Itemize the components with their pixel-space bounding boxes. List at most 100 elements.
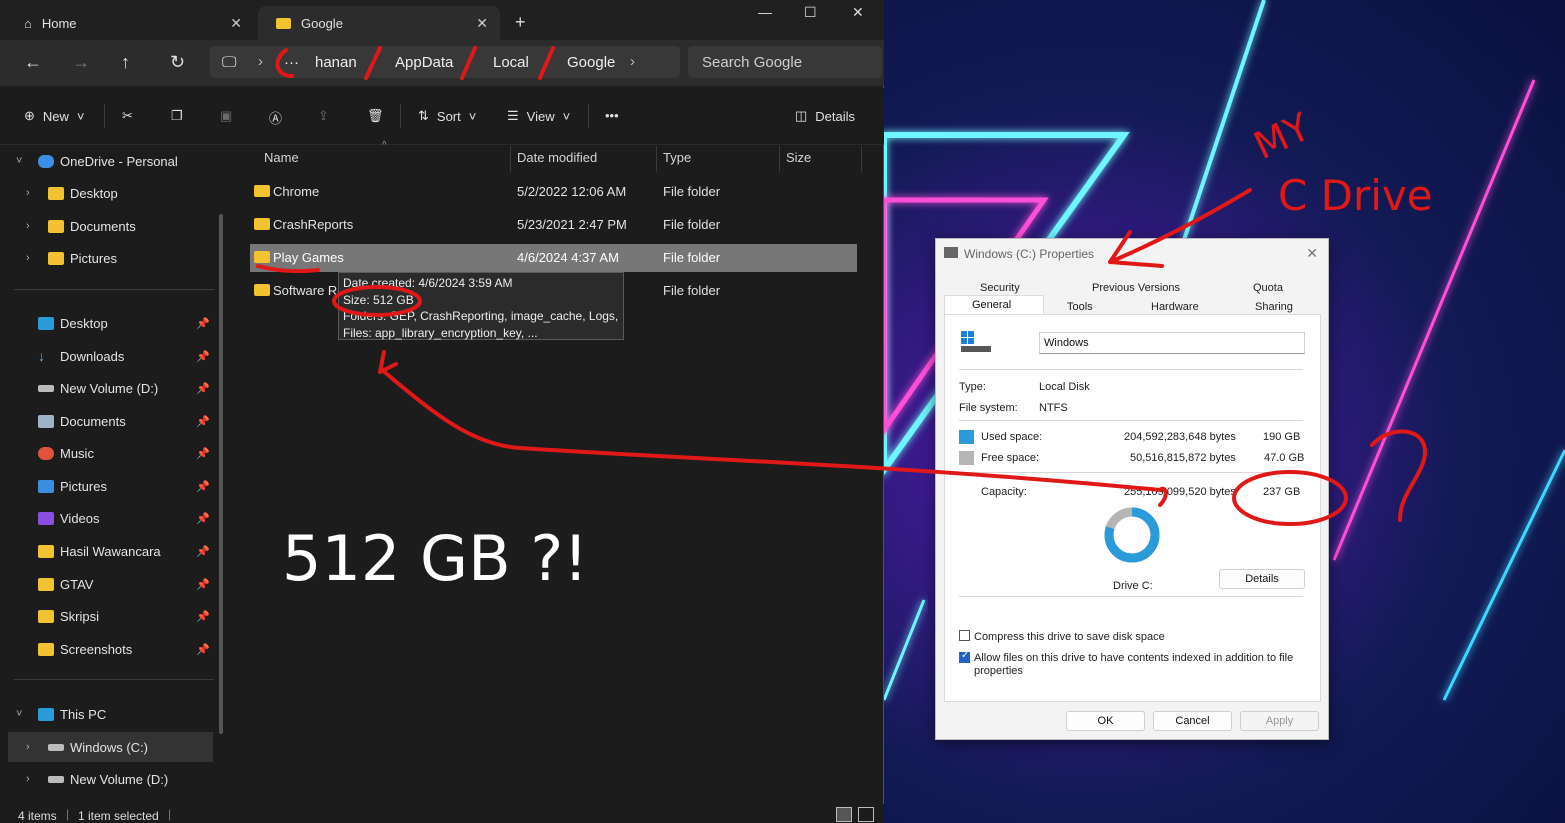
rename-button[interactable]: Ⓐ [269,108,282,127]
delete-button[interactable]: 🗑 [367,108,384,124]
sidebar-item-onedrive[interactable]: ˅ OneDrive - Personal [0,146,214,176]
new-tab-button[interactable]: + [515,12,526,33]
close-tab-icon[interactable]: ✕ [476,15,488,32]
overflow-icon[interactable]: ··· [284,54,299,71]
search-input[interactable]: Search Google [688,46,882,78]
chevron-right-icon: › [26,773,30,785]
tab-sharing[interactable]: Sharing [1255,301,1293,313]
more-options-button[interactable]: ••• [605,108,619,123]
breadcrumb-appdata[interactable]: AppData [395,54,453,71]
minimize-button[interactable]: — [758,4,772,20]
column-type[interactable]: Type [663,150,691,165]
file-row-chrome[interactable]: Chrome 5/2/2022 12:06 AM File folder [250,178,857,206]
maximize-button[interactable]: ☐ [804,4,817,21]
sidebar-item-od-desktop[interactable]: › Desktop [0,178,214,208]
column-divider[interactable] [779,146,780,172]
column-divider[interactable] [510,146,511,172]
close-tab-icon[interactable]: ✕ [230,15,242,32]
back-button[interactable]: ← [24,52,42,73]
close-window-button[interactable]: ✕ [852,4,864,21]
up-button[interactable]: ↑ [121,52,130,73]
details-view-icon[interactable] [836,807,852,822]
tab-previous-versions[interactable]: Previous Versions [1092,282,1180,294]
pin-icon[interactable]: 📌 [196,415,210,428]
chevron-down-icon: ˅ [16,708,23,720]
sidebar-item-new-volume[interactable]: New Volume (D:) 📌 [0,373,214,403]
sidebar-item-documents[interactable]: Documents 📌 [0,406,214,436]
address-bar[interactable]: 🖵 › ··· hanan AppData Local Google › [210,46,680,78]
sidebar-item-od-documents[interactable]: › Documents [0,211,214,241]
tab-home[interactable]: ⌂ Home ✕ [6,6,254,40]
sidebar-item-pictures[interactable]: Pictures 📌 [0,471,214,501]
sidebar-item-videos[interactable]: Videos 📌 [0,503,214,533]
sidebar-item-windows-c[interactable]: › Windows (C:) [8,732,213,762]
sidebar-item-music[interactable]: Music 📌 [0,438,214,468]
paste-button[interactable]: ▣ [220,108,232,124]
tab-bar: ⌂ Home ✕ Google ✕ + — ☐ ✕ [0,0,884,44]
sidebar-item-hasil-wawancara[interactable]: Hasil Wawancara 📌 [0,536,214,566]
forward-button[interactable]: → [72,52,90,73]
breadcrumb-hanan[interactable]: hanan [315,54,357,71]
close-icon[interactable]: ✕ [1306,245,1318,262]
column-divider[interactable] [656,146,657,172]
drive-name-input[interactable]: Windows [1039,332,1305,354]
tab-general[interactable]: General [944,295,1044,316]
pin-icon[interactable]: 📌 [196,545,210,558]
view-button[interactable]: ☰ View ˅ [507,108,570,124]
tiles-view-icon[interactable] [858,807,874,822]
details-pane-button[interactable]: ◫ Details [795,108,855,124]
sidebar-item-downloads[interactable]: ↓ Downloads 📌 [0,341,214,371]
column-date[interactable]: Date modified [517,150,597,165]
folder-icon [48,251,64,265]
computer-icon[interactable]: 🖵 [222,54,236,71]
sidebar-item-this-pc[interactable]: ˅ This PC [0,699,214,729]
cancel-button[interactable]: Cancel [1153,711,1232,731]
button-label: Details [1245,573,1279,585]
new-button[interactable]: ⊕ New ˅ [24,108,85,124]
pin-icon[interactable]: 📌 [196,480,210,493]
tab-google[interactable]: Google ✕ [258,6,500,40]
disk-details-button[interactable]: Details [1219,569,1305,589]
column-name[interactable]: Name [264,150,299,165]
new-label: New [42,108,69,124]
column-divider[interactable] [861,146,862,172]
sidebar-item-od-pictures[interactable]: › Pictures [0,243,214,273]
column-size[interactable]: Size [786,150,811,165]
sidebar-item-volume-d[interactable]: › New Volume (D:) [0,764,214,794]
pin-icon[interactable]: 📌 [196,643,210,656]
pin-icon[interactable]: 📌 [196,610,210,623]
file-row-crashreports[interactable]: CrashReports 5/23/2021 2:47 PM File fold… [250,211,857,239]
compress-checkbox[interactable] [959,630,970,641]
sidebar-item-screenshots[interactable]: Screenshots 📌 [0,634,214,664]
tab-security[interactable]: Security [980,282,1020,294]
pin-icon[interactable]: 📌 [196,512,210,525]
tab-quota[interactable]: Quota [1253,282,1283,294]
index-checkbox[interactable]: ✓ [959,650,970,663]
refresh-button[interactable]: ↻ [170,52,185,73]
sidebar-item-skripsi[interactable]: Skripsi 📌 [0,601,214,631]
sidebar-scrollbar[interactable] [219,214,223,734]
cut-button[interactable]: ✂ [122,108,133,124]
tab-tools[interactable]: Tools [1067,301,1093,313]
copy-button[interactable]: ❐ [171,108,183,124]
divider [104,104,105,128]
sidebar-item-gtav[interactable]: GTAV 📌 [0,569,214,599]
breadcrumb-google[interactable]: Google [567,54,615,71]
file-row-play-games[interactable]: Play Games 4/6/2024 4:37 AM File folder [250,244,857,272]
sidebar-item-desktop[interactable]: Desktop 📌 [0,308,214,338]
file-type: File folder [663,283,721,298]
drive-label: Drive C: [1113,580,1153,592]
pin-icon[interactable]: 📌 [196,317,210,330]
pin-icon[interactable]: 📌 [196,350,210,363]
apply-button[interactable]: Apply [1240,711,1319,731]
breadcrumb-local[interactable]: Local [493,54,529,71]
view-icon: ☰ [507,108,519,123]
pin-icon[interactable]: 📌 [196,578,210,591]
ok-button[interactable]: OK [1066,711,1145,731]
pin-icon[interactable]: 📌 [196,447,210,460]
share-button[interactable]: ⇪ [318,108,329,124]
sort-button[interactable]: ⇅ Sort ˅ [418,108,476,124]
tab-hardware[interactable]: Hardware [1151,301,1199,313]
pin-icon[interactable]: 📌 [196,382,210,395]
sidebar-label: Documents [70,218,136,234]
